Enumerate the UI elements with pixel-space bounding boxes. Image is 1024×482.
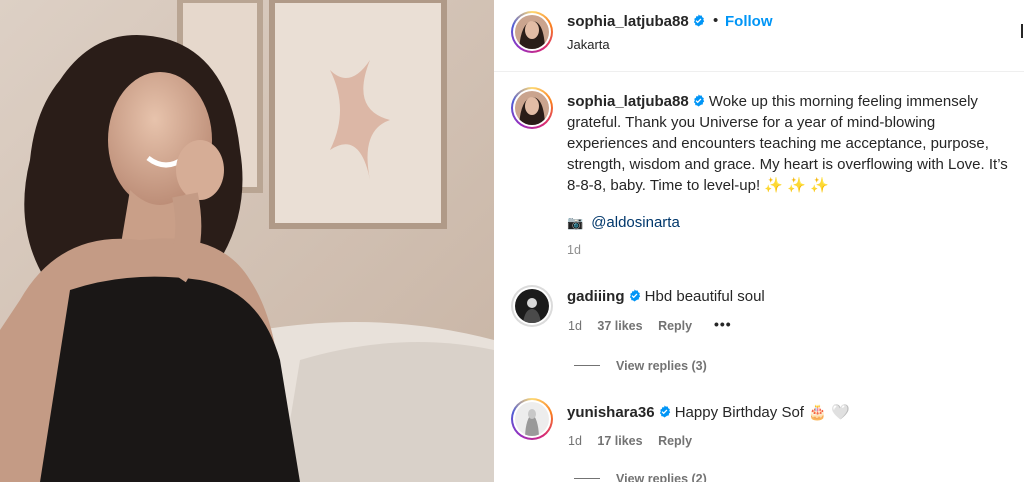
follow-button[interactable]: Follow xyxy=(725,13,773,30)
reply-button[interactable]: Reply xyxy=(658,319,692,333)
comment: yunishara36 Happy Birthday Sof 🎂 🤍 xyxy=(567,403,850,421)
more-options-icon[interactable] xyxy=(1020,24,1024,38)
verified-badge-icon xyxy=(693,14,704,27)
comment-timestamp[interactable]: 1d xyxy=(568,434,582,448)
comment-options-icon[interactable]: ••• xyxy=(714,316,732,332)
caption-author-username[interactable]: sophia_latjuba88 xyxy=(567,93,689,110)
post-timestamp[interactable]: 1d xyxy=(567,243,581,257)
author-username[interactable]: sophia_latjuba88 xyxy=(567,13,689,30)
verified-badge-icon xyxy=(693,94,704,107)
view-replies-button[interactable]: View replies (2) xyxy=(574,472,707,482)
comment: gadiiing Hbd beautiful soul xyxy=(567,288,765,305)
comment-text: Hbd beautiful soul xyxy=(644,288,765,305)
comment-likes[interactable]: 37 likes xyxy=(597,319,642,333)
post-photo[interactable] xyxy=(0,0,494,482)
comment-avatar-yunishara36[interactable] xyxy=(511,398,553,440)
comment-meta: 1d 37 likes Reply xyxy=(568,319,704,333)
verified-badge-icon xyxy=(659,405,670,418)
header-separator: • xyxy=(713,12,719,29)
verified-badge-icon xyxy=(629,289,640,302)
comment-timestamp[interactable]: 1d xyxy=(568,319,582,333)
comment-likes[interactable]: 17 likes xyxy=(597,434,642,448)
author-avatar[interactable] xyxy=(511,11,553,53)
photo-credit-link[interactable]: @aldosinarta xyxy=(591,214,680,231)
post-detail-panel: sophia_latjuba88 • Follow Jakarta sophia… xyxy=(494,0,1024,482)
post-caption: sophia_latjuba88 Woke up this morning fe… xyxy=(567,91,1017,196)
reply-button[interactable]: Reply xyxy=(658,434,692,448)
comment-text: Happy Birthday Sof 🎂 🤍 xyxy=(674,404,850,421)
caption-author-avatar[interactable] xyxy=(511,87,553,129)
post-photo-image xyxy=(0,0,494,482)
comment-username[interactable]: gadiiing xyxy=(567,288,625,305)
comment-username[interactable]: yunishara36 xyxy=(567,404,655,421)
post-header: sophia_latjuba88 • Follow Jakarta xyxy=(494,0,1024,72)
comment-meta: 1d 17 likes Reply xyxy=(568,434,704,448)
photo-credit: 📷 @aldosinarta xyxy=(567,214,680,231)
view-replies-button[interactable]: View replies (3) xyxy=(574,359,707,373)
post-location[interactable]: Jakarta xyxy=(567,37,610,52)
author-username-link[interactable]: sophia_latjuba88 xyxy=(567,13,705,30)
comment-avatar-gadiiing[interactable] xyxy=(511,285,553,327)
camera-emoji-icon: 📷 xyxy=(567,215,584,230)
